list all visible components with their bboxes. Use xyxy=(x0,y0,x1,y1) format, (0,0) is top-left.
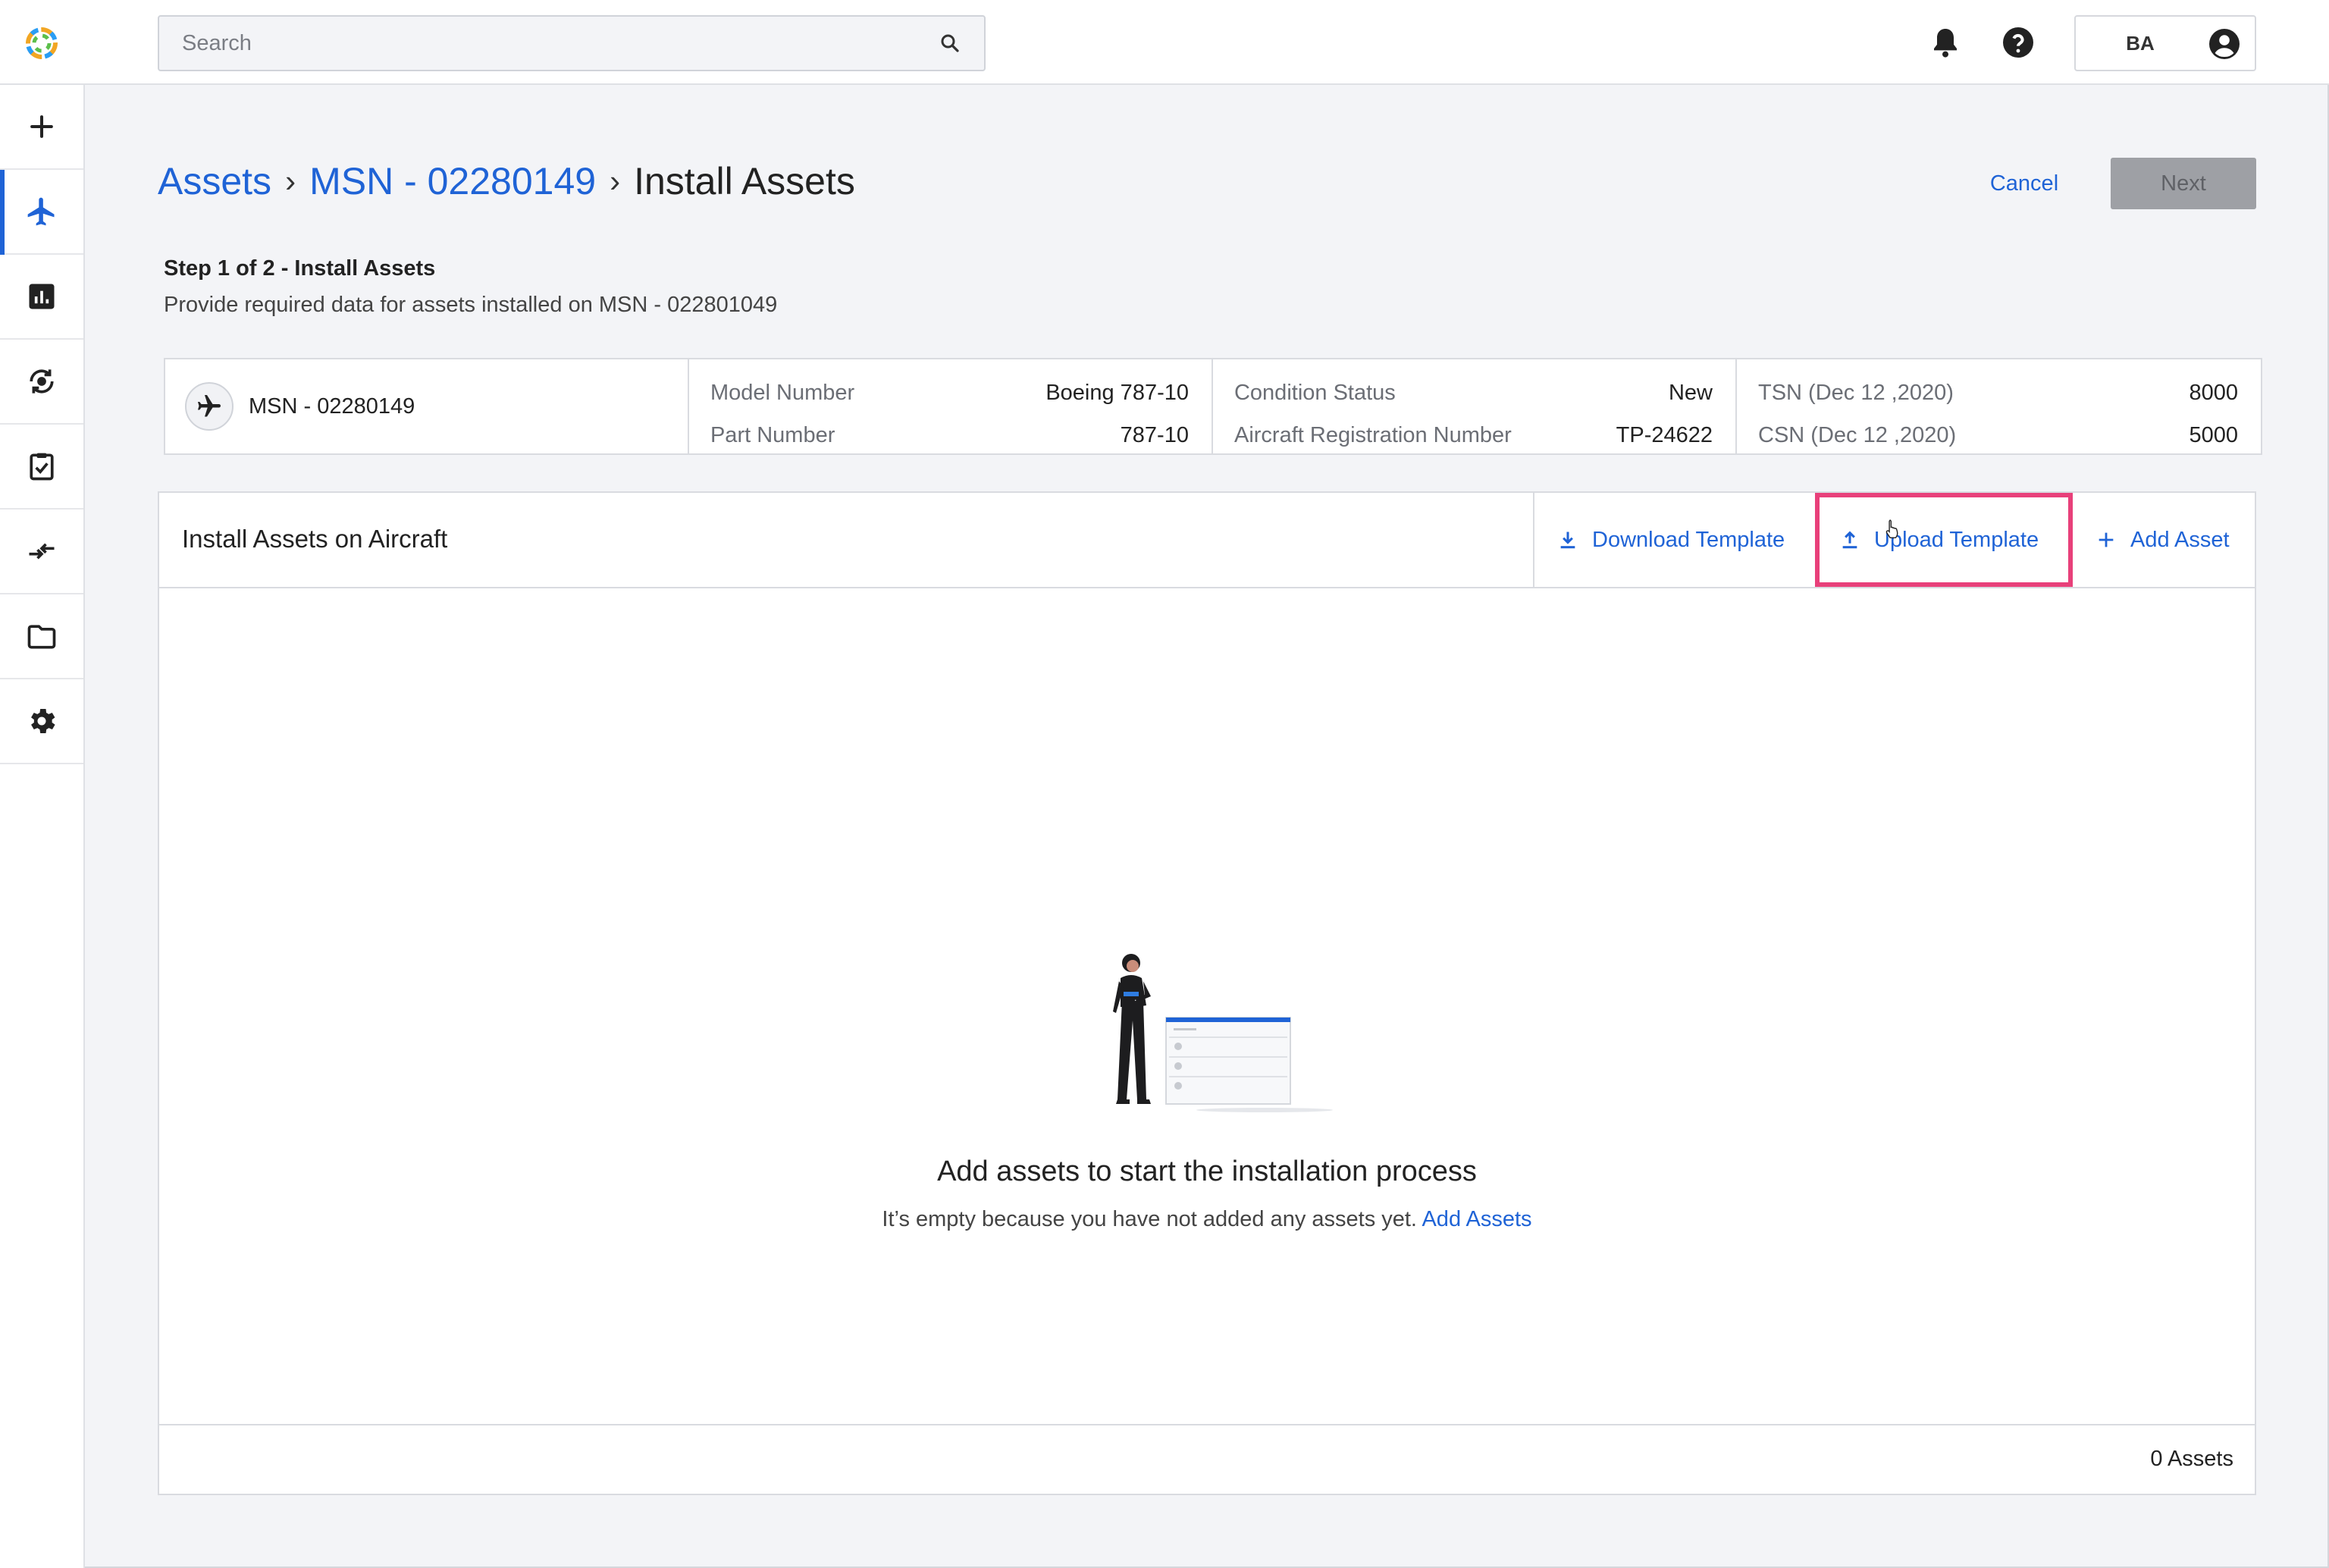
nav-item-tasks[interactable] xyxy=(0,425,83,510)
tsn-row: TSN (Dec 12 ,2020) 8000 xyxy=(1758,372,2238,414)
upload-template-button[interactable]: Upload Template xyxy=(1815,493,2073,587)
registration-value: TP-24622 xyxy=(1616,422,1713,447)
add-asset-button[interactable]: Add Asset xyxy=(2073,493,2255,587)
cycles-info-cell: TSN (Dec 12 ,2020) 8000 CSN (Dec 12 ,202… xyxy=(1737,359,2261,453)
nav-item-aircraft[interactable] xyxy=(0,170,83,255)
empty-state: Add assets to start the installation pro… xyxy=(159,587,2255,1345)
gear-icon xyxy=(31,709,55,733)
next-button[interactable]: Next xyxy=(2111,158,2256,209)
plus-icon xyxy=(2099,532,2114,547)
account-icon[interactable] xyxy=(2206,26,2243,62)
panel-actions: Download Template Upload Template Add As… xyxy=(1533,493,2255,587)
hand-cursor-icon xyxy=(1885,519,1898,538)
model-number-row: Model Number Boeing 787-10 xyxy=(710,372,1189,414)
help-icon[interactable] xyxy=(2000,24,2036,61)
install-assets-panel: Install Assets on Aircraft Download Temp… xyxy=(158,491,2256,1495)
empty-state-illustration xyxy=(1113,954,1333,1112)
tsn-label: TSN (Dec 12 ,2020) xyxy=(1758,380,1954,405)
user-menu[interactable]: BA xyxy=(2074,15,2256,71)
registration-label: Aircraft Registration Number xyxy=(1233,422,1512,447)
tsn-value: 8000 xyxy=(2189,380,2239,405)
page-title: Install Assets xyxy=(634,160,855,202)
model-info-cell: Model Number Boeing 787-10 Part Number 7… xyxy=(689,359,1213,453)
nav-item-documents[interactable] xyxy=(0,594,83,679)
nav-item-transfers[interactable] xyxy=(0,510,83,594)
download-icon xyxy=(1560,532,1575,549)
airplane-icon xyxy=(27,197,55,226)
csn-value: 5000 xyxy=(2189,422,2239,447)
empty-state-message: It’s empty because you have not added an… xyxy=(882,1207,1417,1231)
side-nav xyxy=(0,85,85,1568)
model-number-label: Model Number xyxy=(710,380,855,405)
breadcrumb: Assets › MSN - 02280149 › Install Assets xyxy=(158,155,855,208)
bell-icon[interactable] xyxy=(1927,24,1964,61)
model-number-value: Boeing 787-10 xyxy=(1045,380,1189,405)
csn-label: CSN (Dec 12 ,2020) xyxy=(1758,422,1957,447)
csn-row: CSN (Dec 12 ,2020) 5000 xyxy=(1758,414,2238,456)
panel-header: Install Assets on Aircraft Download Temp… xyxy=(159,493,2255,588)
step-title: Step 1 of 2 - Install Assets xyxy=(164,256,436,281)
nav-item-maintenance[interactable] xyxy=(0,340,83,425)
step-description: Provide required data for assets install… xyxy=(164,293,778,317)
download-template-label: Download Template xyxy=(1592,527,1785,552)
condition-status-value: New xyxy=(1668,380,1713,405)
gear-cycle-icon xyxy=(30,369,54,394)
search-input[interactable] xyxy=(182,30,939,56)
condition-status-label: Condition Status xyxy=(1233,380,1396,405)
empty-state-title: Add assets to start the installation pro… xyxy=(937,1156,1477,1187)
plus-icon xyxy=(30,115,53,138)
breadcrumb-assets[interactable]: Assets xyxy=(158,159,271,203)
panel-title: Install Assets on Aircraft xyxy=(182,525,448,553)
add-assets-link[interactable]: Add Assets xyxy=(1422,1207,1531,1231)
folder-icon xyxy=(27,625,56,649)
download-template-button[interactable]: Download Template xyxy=(1533,493,1815,587)
aircraft-avatar xyxy=(185,382,234,431)
nav-item-add[interactable] xyxy=(0,85,83,170)
logo-icon[interactable] xyxy=(24,26,59,61)
nav-item-reports[interactable] xyxy=(0,255,83,340)
part-number-row: Part Number 787-10 xyxy=(710,414,1189,456)
search-icon[interactable] xyxy=(939,32,961,55)
chart-icon xyxy=(29,284,55,309)
breadcrumb-msn[interactable]: MSN - 02280149 xyxy=(309,159,596,203)
breadcrumb-separator: › xyxy=(285,163,296,199)
part-number-value: 787-10 xyxy=(1120,422,1189,447)
registration-row: Aircraft Registration Number TP-24622 xyxy=(1234,414,1713,456)
status-info-cell: Condition Status New Aircraft Registrati… xyxy=(1213,359,1737,453)
condition-status-row: Condition Status New xyxy=(1234,372,1713,414)
breadcrumb-separator: › xyxy=(610,163,621,199)
part-number-label: Part Number xyxy=(710,422,835,447)
swap-arrows-icon xyxy=(29,543,55,560)
aircraft-info-strip: MSN - 02280149 Model Number Boeing 787-1… xyxy=(164,358,2262,455)
cancel-button[interactable]: Cancel xyxy=(1971,158,2077,209)
clipboard-check-icon xyxy=(30,453,54,481)
asset-count: 0 Assets xyxy=(2150,1447,2233,1471)
add-asset-label: Add Asset xyxy=(2130,527,2230,552)
panel-footer: 0 Assets xyxy=(159,1424,2255,1494)
airplane-icon xyxy=(198,395,221,417)
aircraft-cell: MSN - 02280149 xyxy=(165,359,689,453)
nav-item-settings[interactable] xyxy=(0,679,83,764)
top-bar: BA xyxy=(0,0,2329,85)
aircraft-msn: MSN - 02280149 xyxy=(249,394,415,419)
search-field[interactable] xyxy=(158,15,986,71)
user-initials: BA xyxy=(2126,31,2155,55)
upload-icon xyxy=(1842,531,1857,549)
empty-state-text: It’s empty because you have not added an… xyxy=(159,1207,2255,1232)
